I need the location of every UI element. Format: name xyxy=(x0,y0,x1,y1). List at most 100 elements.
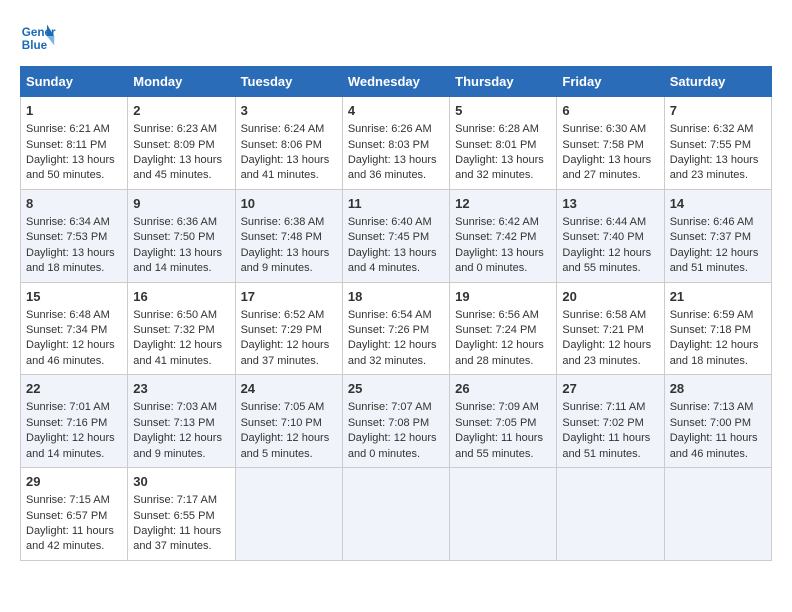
daylight-text: Daylight: 11 hours and 51 minutes. xyxy=(562,432,650,459)
header-wednesday: Wednesday xyxy=(342,67,449,97)
sunset-text: Sunset: 7:53 PM xyxy=(26,231,107,243)
sunrise-text: Sunrise: 6:42 AM xyxy=(455,216,539,228)
sunset-text: Sunset: 8:09 PM xyxy=(133,139,214,151)
day-number: 18 xyxy=(348,288,444,306)
daylight-text: Daylight: 13 hours and 14 minutes. xyxy=(133,247,222,274)
sunset-text: Sunset: 8:11 PM xyxy=(26,139,107,151)
header-saturday: Saturday xyxy=(664,67,771,97)
logo: General Blue xyxy=(20,20,56,56)
daylight-text: Daylight: 12 hours and 0 minutes. xyxy=(348,432,437,459)
sunset-text: Sunset: 7:55 PM xyxy=(670,139,751,151)
calendar-cell xyxy=(342,468,449,561)
calendar-cell xyxy=(450,468,557,561)
sunrise-text: Sunrise: 7:15 AM xyxy=(26,494,110,506)
header-friday: Friday xyxy=(557,67,664,97)
calendar-cell: 13Sunrise: 6:44 AMSunset: 7:40 PMDayligh… xyxy=(557,189,664,282)
sunrise-text: Sunrise: 6:30 AM xyxy=(562,123,646,135)
sunset-text: Sunset: 6:55 PM xyxy=(133,510,214,522)
daylight-text: Daylight: 12 hours and 23 minutes. xyxy=(562,339,651,366)
svg-text:Blue: Blue xyxy=(22,39,48,52)
daylight-text: Daylight: 12 hours and 46 minutes. xyxy=(26,339,115,366)
sunrise-text: Sunrise: 7:17 AM xyxy=(133,494,217,506)
day-number: 15 xyxy=(26,288,122,306)
calendar-cell xyxy=(557,468,664,561)
daylight-text: Daylight: 12 hours and 5 minutes. xyxy=(241,432,330,459)
sunset-text: Sunset: 8:01 PM xyxy=(455,139,536,151)
calendar-cell: 21Sunrise: 6:59 AMSunset: 7:18 PMDayligh… xyxy=(664,282,771,375)
calendar-cell: 17Sunrise: 6:52 AMSunset: 7:29 PMDayligh… xyxy=(235,282,342,375)
calendar-cell: 26Sunrise: 7:09 AMSunset: 7:05 PMDayligh… xyxy=(450,375,557,468)
sunset-text: Sunset: 7:21 PM xyxy=(562,324,643,336)
calendar-cell: 14Sunrise: 6:46 AMSunset: 7:37 PMDayligh… xyxy=(664,189,771,282)
day-number: 7 xyxy=(670,102,766,120)
sunrise-text: Sunrise: 6:21 AM xyxy=(26,123,110,135)
calendar-cell: 22Sunrise: 7:01 AMSunset: 7:16 PMDayligh… xyxy=(21,375,128,468)
calendar-cell: 29 Sunrise: 7:15 AM Sunset: 6:57 PM Dayligh… xyxy=(21,468,128,561)
daylight-text: Daylight: 12 hours and 32 minutes. xyxy=(348,339,437,366)
header-thursday: Thursday xyxy=(450,67,557,97)
sunrise-text: Sunrise: 7:03 AM xyxy=(133,401,217,413)
calendar-cell: 2Sunrise: 6:23 AMSunset: 8:09 PMDaylight… xyxy=(128,97,235,190)
day-number: 22 xyxy=(26,380,122,398)
sunset-text: Sunset: 7:24 PM xyxy=(455,324,536,336)
day-number: 20 xyxy=(562,288,658,306)
header-tuesday: Tuesday xyxy=(235,67,342,97)
daylight-text: Daylight: 13 hours and 0 minutes. xyxy=(455,247,544,274)
sunrise-text: Sunrise: 7:07 AM xyxy=(348,401,432,413)
calendar-cell: 6Sunrise: 6:30 AMSunset: 7:58 PMDaylight… xyxy=(557,97,664,190)
day-number: 23 xyxy=(133,380,229,398)
sunrise-text: Sunrise: 6:32 AM xyxy=(670,123,754,135)
calendar-week-5: 29 Sunrise: 7:15 AM Sunset: 6:57 PM Dayligh… xyxy=(21,468,772,561)
calendar-cell: 7 Sunrise: 6:32 AM Sunset: 7:55 PM Daylight… xyxy=(664,97,771,190)
calendar-cell: 10Sunrise: 6:38 AMSunset: 7:48 PMDayligh… xyxy=(235,189,342,282)
sunset-text: Sunset: 7:50 PM xyxy=(133,231,214,243)
sunrise-text: Sunrise: 6:34 AM xyxy=(26,216,110,228)
daylight-text: Daylight: 13 hours and 32 minutes. xyxy=(455,154,544,181)
sunset-text: Sunset: 7:13 PM xyxy=(133,417,214,429)
sunrise-text: Sunrise: 6:40 AM xyxy=(348,216,432,228)
day-number: 12 xyxy=(455,195,551,213)
sunrise-text: Sunrise: 6:46 AM xyxy=(670,216,754,228)
calendar-cell: 23Sunrise: 7:03 AMSunset: 7:13 PMDayligh… xyxy=(128,375,235,468)
sunrise-text: Sunrise: 6:24 AM xyxy=(241,123,325,135)
day-number: 13 xyxy=(562,195,658,213)
daylight-text: Daylight: 13 hours and 50 minutes. xyxy=(26,154,115,181)
calendar-week-2: 8 Sunrise: 6:34 AM Sunset: 7:53 PM Daylight… xyxy=(21,189,772,282)
day-number: 26 xyxy=(455,380,551,398)
sunset-text: Sunset: 7:48 PM xyxy=(241,231,322,243)
daylight-text: Daylight: 13 hours and 45 minutes. xyxy=(133,154,222,181)
day-number: 1 xyxy=(26,102,122,120)
sunrise-text: Sunrise: 6:38 AM xyxy=(241,216,325,228)
day-number: 10 xyxy=(241,195,337,213)
calendar-cell: 4Sunrise: 6:26 AMSunset: 8:03 PMDaylight… xyxy=(342,97,449,190)
sunset-text: Sunset: 6:57 PM xyxy=(26,510,107,522)
sunset-text: Sunset: 7:40 PM xyxy=(562,231,643,243)
sunset-text: Sunset: 7:18 PM xyxy=(670,324,751,336)
sunrise-text: Sunrise: 7:09 AM xyxy=(455,401,539,413)
sunrise-text: Sunrise: 6:36 AM xyxy=(133,216,217,228)
daylight-text: Daylight: 12 hours and 37 minutes. xyxy=(241,339,330,366)
day-number: 19 xyxy=(455,288,551,306)
day-number: 14 xyxy=(670,195,766,213)
day-number: 8 xyxy=(26,195,122,213)
day-number: 29 xyxy=(26,473,122,491)
daylight-text: Daylight: 11 hours and 42 minutes. xyxy=(26,525,114,552)
calendar-cell: 11Sunrise: 6:40 AMSunset: 7:45 PMDayligh… xyxy=(342,189,449,282)
daylight-text: Daylight: 13 hours and 23 minutes. xyxy=(670,154,759,181)
day-number: 24 xyxy=(241,380,337,398)
daylight-text: Daylight: 12 hours and 41 minutes. xyxy=(133,339,222,366)
calendar-cell xyxy=(235,468,342,561)
calendar-table: SundayMondayTuesdayWednesdayThursdayFrid… xyxy=(20,66,772,561)
day-number: 21 xyxy=(670,288,766,306)
sunset-text: Sunset: 7:42 PM xyxy=(455,231,536,243)
daylight-text: Daylight: 13 hours and 27 minutes. xyxy=(562,154,651,181)
daylight-text: Daylight: 13 hours and 4 minutes. xyxy=(348,247,437,274)
sunrise-text: Sunrise: 6:28 AM xyxy=(455,123,539,135)
sunrise-text: Sunrise: 6:58 AM xyxy=(562,309,646,321)
sunset-text: Sunset: 7:10 PM xyxy=(241,417,322,429)
day-number: 3 xyxy=(241,102,337,120)
sunset-text: Sunset: 7:00 PM xyxy=(670,417,751,429)
daylight-text: Daylight: 13 hours and 18 minutes. xyxy=(26,247,115,274)
day-number: 25 xyxy=(348,380,444,398)
day-number: 17 xyxy=(241,288,337,306)
